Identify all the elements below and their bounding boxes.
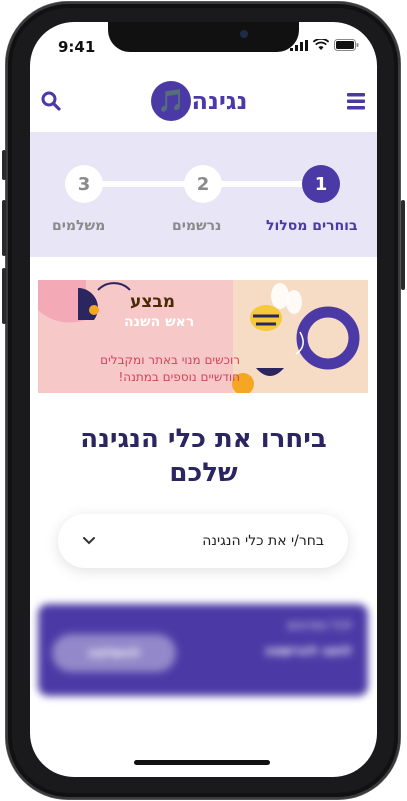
progress-stepper: 3 2 1 משלמים נרשמים בוחרים מסלול: [30, 132, 377, 257]
instrument-select[interactable]: בחר/י את כלי הנגינה: [58, 514, 348, 568]
logo-mark-icon: 🎵: [151, 81, 192, 121]
step-label-1: בוחרים מסלול: [266, 218, 358, 234]
step-circle-1: 1: [302, 165, 340, 203]
logo[interactable]: נגינה 🎵: [151, 81, 248, 121]
silent-switch: [2, 150, 6, 180]
battery-icon: [334, 39, 359, 51]
page-heading: ביחרו את כלי הנגינה שלכם: [30, 422, 377, 490]
banner-line-1: רוכשים מנוי באתר ומקבלים: [100, 353, 240, 367]
notch: [108, 22, 299, 52]
volume-down-button: [2, 268, 6, 324]
promo-banner[interactable]: מבצע ראש השנה רוכשים מנוי באתר ומקבלים ח…: [38, 280, 368, 393]
cta-line-2: לחצו להרשמה: [264, 644, 352, 659]
status-time: 9:41: [58, 38, 96, 56]
search-icon[interactable]: [40, 90, 62, 112]
status-icons: [290, 39, 359, 51]
banner-title: מבצע: [130, 292, 176, 312]
volume-up-button: [2, 200, 6, 256]
step-label-3: משלמים: [52, 218, 106, 234]
screen: 9:41 נגינה 🎵 3 2 1 משלמים נרשמים בוחרים …: [30, 22, 377, 777]
banner-text: רוכשים מנוי באתר ומקבלים חודשיים נוספים …: [50, 352, 240, 386]
heading-line-1: ביחרו את כלי הנגינה: [80, 424, 327, 454]
hamburger-icon[interactable]: [345, 91, 367, 111]
banner-subtitle: ראש השנה: [124, 314, 195, 330]
power-button: [401, 200, 405, 290]
signal-icon: [290, 39, 308, 51]
cta-line-1: לכל הפרטים: [287, 618, 352, 632]
home-indicator[interactable]: [134, 760, 270, 765]
step-circle-2: 2: [184, 165, 222, 203]
banner-line-2: חודשיים נוספים במתנה!: [118, 370, 240, 384]
complete-button[interactable]: להשלמה: [52, 634, 176, 672]
heading-line-2: שלכם: [169, 458, 238, 488]
chevron-down-icon: [83, 537, 95, 545]
signup-card[interactable]: לכל הפרטים לחצו להרשמה להשלמה: [38, 604, 368, 696]
front-camera: [240, 30, 248, 38]
step-label-2: נרשמים: [172, 218, 222, 234]
logo-text: נגינה: [191, 87, 248, 115]
wifi-icon: [313, 39, 329, 50]
select-placeholder: בחר/י את כלי הנגינה: [202, 533, 324, 549]
step-circle-3: 3: [65, 165, 103, 203]
header: נגינה 🎵: [30, 70, 377, 132]
